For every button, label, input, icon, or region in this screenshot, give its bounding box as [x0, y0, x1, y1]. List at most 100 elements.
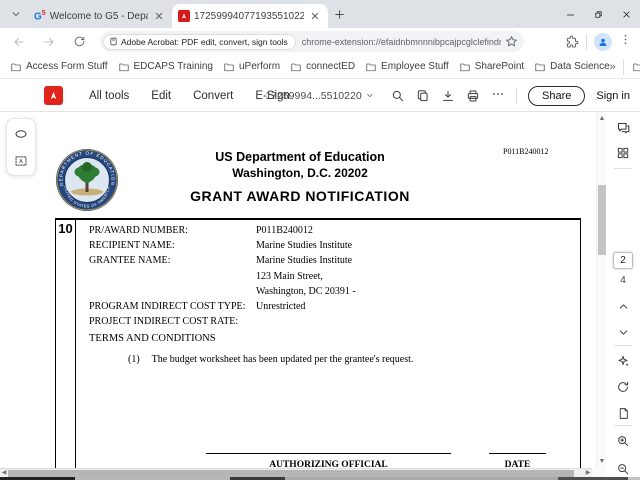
- extension-doc-icon: [110, 37, 117, 46]
- menu-convert[interactable]: Convert: [193, 90, 233, 102]
- authorizing-official-label: AUTHORIZING OFFICIAL: [269, 460, 388, 468]
- next-page-button[interactable]: [615, 324, 631, 340]
- tab-search-button[interactable]: [6, 4, 26, 24]
- bookmark-folder[interactable]: SharePoint: [459, 61, 524, 73]
- bookmark-folder[interactable]: connectED: [290, 61, 355, 73]
- ai-tools-button[interactable]: [615, 353, 631, 369]
- address-bar: Adobe Acrobat: PDF edit, convert, sign t…: [0, 28, 640, 55]
- zoom-in-button[interactable]: [615, 433, 631, 449]
- reload-icon: [74, 36, 84, 47]
- person-icon: [599, 38, 607, 46]
- terms-item: (1) The budget worksheet has been update…: [128, 354, 413, 365]
- more-options-button[interactable]: [491, 87, 505, 104]
- chrome-menu-button[interactable]: [619, 33, 632, 51]
- menu-edit[interactable]: Edit: [151, 90, 171, 102]
- comments-panel-button[interactable]: [615, 120, 631, 136]
- print-button[interactable]: [466, 89, 480, 103]
- bookmark-star-icon[interactable]: [505, 35, 518, 48]
- field-label: [89, 271, 256, 286]
- profile-avatar[interactable]: [594, 32, 612, 51]
- forward-button[interactable]: [38, 31, 60, 53]
- chevron-up-icon: [619, 303, 627, 309]
- address-bar-actions: [565, 32, 640, 51]
- tab-close-icon[interactable]: ✕: [308, 9, 322, 23]
- filename-dropdown[interactable]: 17259994...5510220: [265, 90, 374, 102]
- rotate-icon: [618, 381, 629, 392]
- minimize-icon: [566, 14, 574, 15]
- block-number: 10: [58, 221, 73, 236]
- folder-icon: [11, 63, 21, 71]
- filename-label: 17259994...5510220: [265, 89, 362, 102]
- current-page-input[interactable]: 2: [613, 252, 633, 269]
- vertical-scroll-thumb[interactable]: [598, 185, 606, 255]
- signature-line: [206, 453, 451, 454]
- bookmark-folder[interactable]: Access Form Stuff: [10, 61, 108, 73]
- field-label: [89, 286, 256, 301]
- bookmark-folder[interactable]: EDCAPS Training: [118, 61, 213, 73]
- tab-pdf-active[interactable]: 172599940771935510220.pdf ✕: [172, 4, 328, 28]
- omnibox[interactable]: Adobe Acrobat: PDF edit, convert, sign t…: [100, 31, 524, 52]
- pdf-favicon-icon: [178, 10, 190, 22]
- add-text-tool-button[interactable]: A: [9, 149, 33, 172]
- download-button[interactable]: [441, 89, 455, 103]
- sparkle-icon: [618, 355, 629, 366]
- window-controls: [556, 0, 640, 28]
- share-button[interactable]: Share: [528, 85, 586, 106]
- zoom-out-button[interactable]: [615, 461, 631, 477]
- bookmark-label: EDCAPS Training: [133, 61, 213, 72]
- all-bookmarks-button[interactable]: All Bookmarks: [632, 61, 640, 73]
- document-title: GRANT AWARD NOTIFICATION: [190, 188, 410, 204]
- sign-in-button[interactable]: Sign in: [596, 90, 630, 102]
- folder-icon: [535, 63, 545, 71]
- window-close-button[interactable]: [612, 0, 640, 28]
- bookmark-folder[interactable]: Employee Stuff: [365, 61, 449, 73]
- copy-icon: [417, 89, 428, 101]
- search-icon: [392, 90, 404, 101]
- total-pages-label: 4: [620, 275, 626, 286]
- folder-icon: [633, 63, 640, 71]
- copy-pages-button[interactable]: [416, 89, 430, 103]
- field-row: Washington, DC 20391 -: [89, 286, 356, 301]
- horizontal-scroll-thumb[interactable]: [8, 470, 574, 477]
- extensions-button[interactable]: [565, 35, 579, 49]
- bookmark-label: Access Form Stuff: [26, 61, 108, 72]
- shape-tool-button[interactable]: [9, 122, 33, 145]
- menu-all-tools[interactable]: All tools: [89, 90, 129, 102]
- reload-button[interactable]: [68, 31, 90, 53]
- comments-icon: [617, 122, 629, 133]
- puzzle-icon: [566, 35, 579, 47]
- terms-heading: TERMS AND CONDITIONS: [89, 333, 216, 344]
- acrobat-actions: Share Sign in: [391, 85, 640, 106]
- date-line: [489, 453, 546, 454]
- bookmark-label: Data Science: [550, 61, 610, 72]
- divider: [614, 345, 632, 346]
- org-address: Washington, D.C. 20202: [232, 166, 368, 180]
- bookmarks-overflow-button[interactable]: »: [610, 61, 616, 73]
- previous-page-button[interactable]: [615, 298, 631, 314]
- divider: [614, 425, 632, 426]
- extension-chip[interactable]: Adobe Acrobat: PDF edit, convert, sign t…: [103, 33, 296, 50]
- bookmark-folder[interactable]: uPerform: [223, 61, 280, 73]
- grant-block: 10 PR/AWARD NUMBER: P011B240012 RECIPIENT…: [55, 218, 581, 468]
- bookmark-folder[interactable]: Data Science: [534, 61, 610, 73]
- new-tab-button[interactable]: [328, 3, 350, 25]
- page-thumbnails-button[interactable]: [615, 145, 631, 161]
- page-view-button[interactable]: [615, 405, 631, 421]
- quick-tools-panel: A: [6, 118, 36, 176]
- window-restore-button[interactable]: [584, 0, 612, 28]
- tab-close-icon[interactable]: ✕: [152, 9, 166, 23]
- grid-icon: [617, 147, 629, 159]
- extension-chip-label: Adobe Acrobat: PDF edit, convert, sign t…: [121, 36, 288, 47]
- horizontal-scrollbar[interactable]: ◀ ▶: [0, 468, 592, 477]
- acrobat-logo-icon[interactable]: [44, 86, 63, 105]
- block-number-column: 10: [56, 220, 76, 468]
- url-text[interactable]: chrome-extension://efaidnbmnnnibpcajpcgl…: [302, 37, 501, 47]
- back-button[interactable]: [8, 31, 30, 53]
- search-button[interactable]: [391, 89, 405, 103]
- window-minimize-button[interactable]: [556, 0, 584, 28]
- field-label: GRANTEE NAME:: [89, 255, 171, 267]
- vertical-scrollbar[interactable]: ▲ ▼: [596, 112, 606, 468]
- document-canvas[interactable]: A DEPARTMENT OF EDUCATION UNITED STATES …: [0, 112, 596, 468]
- tab-g5-welcome[interactable]: G5 Welcome to G5 - Department o ✕: [28, 4, 172, 28]
- rotate-page-button[interactable]: [615, 379, 631, 395]
